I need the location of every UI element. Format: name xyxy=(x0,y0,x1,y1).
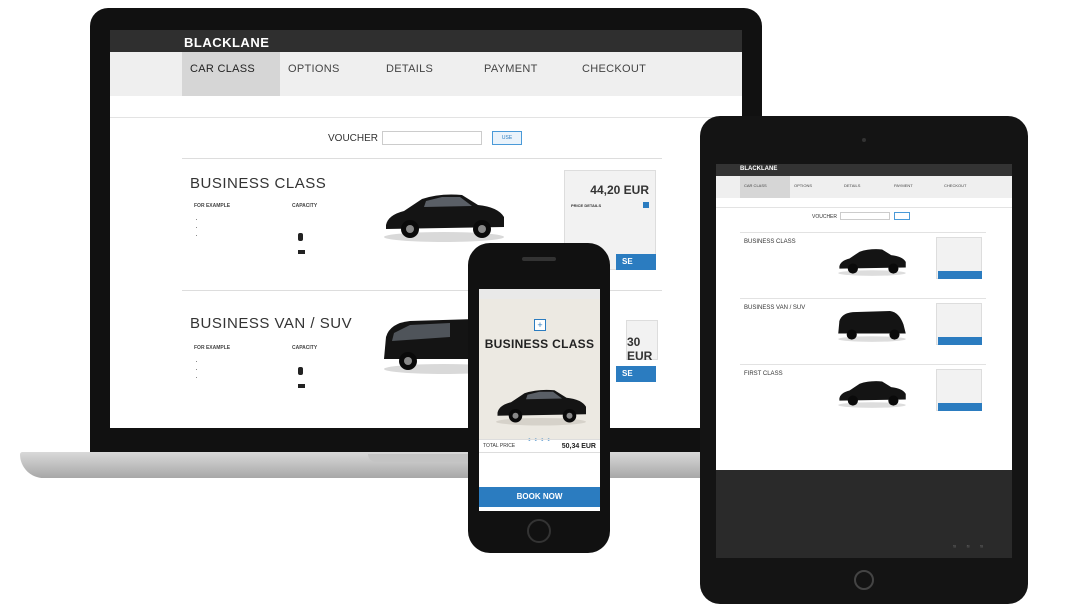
tablet-car-card: BUSINESS VAN / SUV xyxy=(740,298,986,360)
tablet-footer: ◾ ◾ ◾ xyxy=(716,470,1012,558)
step-payment[interactable]: PAYMENT xyxy=(476,52,574,96)
voucher-row: VOUCHER USE xyxy=(110,118,742,158)
tablet-car-card: BUSINESS CLASS xyxy=(740,232,986,294)
tablet-frame: BLACKLANE CAR CLASS OPTIONS DETAILS PAYM… xyxy=(700,116,1028,604)
car-title: BUSINESS CLASS xyxy=(190,175,327,192)
total-price-row: TOTAL PRICE 50,34 EUR xyxy=(479,439,600,453)
trip-details-bar xyxy=(110,96,742,118)
tablet-car-title: BUSINESS CLASS xyxy=(744,239,796,245)
book-now-button[interactable]: BOOK NOW xyxy=(479,487,600,507)
example-list xyxy=(196,215,203,239)
example-item xyxy=(196,223,203,231)
passenger-capacity xyxy=(298,367,307,375)
luggage-capacity xyxy=(298,383,309,389)
phone-frame: + BUSINESS CLASS ● ● ● ● TOTAL PRICE 50,… xyxy=(468,243,610,553)
tablet-booking-steps: CAR CLASS OPTIONS DETAILS PAYMENT CHECKO… xyxy=(716,176,1012,198)
tablet-car-card: FIRST CLASS xyxy=(740,364,986,426)
tablet-home-button[interactable] xyxy=(854,570,874,590)
voucher-input[interactable] xyxy=(382,131,483,145)
tablet-van-image xyxy=(838,310,906,342)
tablet-step-options[interactable]: OPTIONS xyxy=(790,176,840,198)
luggage-capacity xyxy=(298,249,309,255)
choose-button-van[interactable]: SE xyxy=(616,366,656,382)
price-box-van: 30 EUR xyxy=(626,320,658,363)
step-details[interactable]: DETAILS xyxy=(378,52,476,96)
tablet-site-header: BLACKLANE xyxy=(716,164,1012,176)
person-icon xyxy=(298,367,303,375)
step-checkout[interactable]: CHECKOUT xyxy=(574,52,672,96)
car-title: BUSINESS VAN / SUV xyxy=(190,315,353,332)
tablet-choose-button[interactable] xyxy=(938,271,982,279)
tablet-car-title: BUSINESS VAN / SUV xyxy=(744,305,806,311)
voucher-use-button[interactable]: USE xyxy=(492,131,523,145)
phone-sedan-image xyxy=(496,389,586,426)
capacity-header: CAPACITY xyxy=(292,345,318,351)
total-price-value: 50,34 EUR xyxy=(561,443,596,450)
phone-status-bar xyxy=(479,289,600,299)
example-item xyxy=(196,365,203,373)
example-header: FOR EXAMPLE xyxy=(194,203,231,209)
tablet-car-title: FIRST CLASS xyxy=(744,371,783,377)
tablet-voucher-label: VOUCHER xyxy=(812,214,838,220)
capacity-header: CAPACITY xyxy=(292,203,318,209)
booking-steps: CAR CLASS OPTIONS DETAILS PAYMENT CHECKO… xyxy=(110,52,742,96)
phone-speaker xyxy=(522,257,556,261)
price-value: 30 EUR xyxy=(627,335,653,363)
total-price-label: TOTAL PRICE xyxy=(483,443,516,449)
tablet-step-payment[interactable]: PAYMENT xyxy=(890,176,940,198)
price-details-label[interactable]: PRICE DETAILS xyxy=(571,203,601,208)
example-header: FOR EXAMPLE xyxy=(194,345,231,351)
tablet-voucher-button[interactable] xyxy=(894,212,910,220)
tablet-camera xyxy=(862,138,866,142)
sedan-car-image xyxy=(384,194,504,242)
phone-screen: + BUSINESS CLASS ● ● ● ● TOTAL PRICE 50,… xyxy=(479,289,600,511)
tablet-step-details[interactable]: DETAILS xyxy=(840,176,890,198)
social-icons[interactable]: ◾ ◾ ◾ xyxy=(952,544,988,550)
tablet-screen: BLACKLANE CAR CLASS OPTIONS DETAILS PAYM… xyxy=(716,164,1012,558)
map-background: + BUSINESS CLASS ● ● ● ● xyxy=(479,299,600,443)
voucher-label: VOUCHER xyxy=(328,132,379,144)
luggage-icon xyxy=(298,249,305,254)
example-list xyxy=(196,357,203,381)
phone-home-button[interactable] xyxy=(527,519,551,543)
brand-logo[interactable]: BLACKLANE xyxy=(184,35,269,50)
passenger-capacity xyxy=(298,233,307,241)
phone-car-title: BUSINESS CLASS xyxy=(484,337,595,351)
price-details-checkbox[interactable] xyxy=(643,202,649,208)
step-options[interactable]: OPTIONS xyxy=(280,52,378,96)
tablet-trip-bar xyxy=(716,198,1012,208)
example-item xyxy=(196,215,203,223)
tablet-step-checkout[interactable]: CHECKOUT xyxy=(940,176,990,198)
step-car-class[interactable]: CAR CLASS xyxy=(182,52,280,96)
example-item xyxy=(196,231,203,239)
price-value: 44,20 EUR xyxy=(590,183,649,197)
tablet-brand-logo[interactable]: BLACKLANE xyxy=(740,166,777,172)
tablet-choose-button[interactable] xyxy=(938,337,982,345)
example-item xyxy=(196,357,203,365)
tablet-voucher-input[interactable] xyxy=(840,212,890,220)
choose-button-business[interactable]: SE xyxy=(616,254,656,270)
person-icon xyxy=(298,233,303,241)
site-header: BLACKLANE xyxy=(110,30,742,52)
tablet-first-class-image xyxy=(838,381,906,408)
example-item xyxy=(196,373,203,381)
plus-icon[interactable]: + xyxy=(534,319,546,331)
tablet-step-car-class[interactable]: CAR CLASS xyxy=(740,176,790,198)
device-showcase: BLACKLANE CAR CLASS OPTIONS DETAILS PAYM… xyxy=(0,0,1066,606)
tablet-choose-button[interactable] xyxy=(938,403,982,411)
laptop-screen: BLACKLANE CAR CLASS OPTIONS DETAILS PAYM… xyxy=(110,30,742,428)
luggage-icon xyxy=(298,383,305,388)
tablet-sedan-image xyxy=(838,249,906,276)
